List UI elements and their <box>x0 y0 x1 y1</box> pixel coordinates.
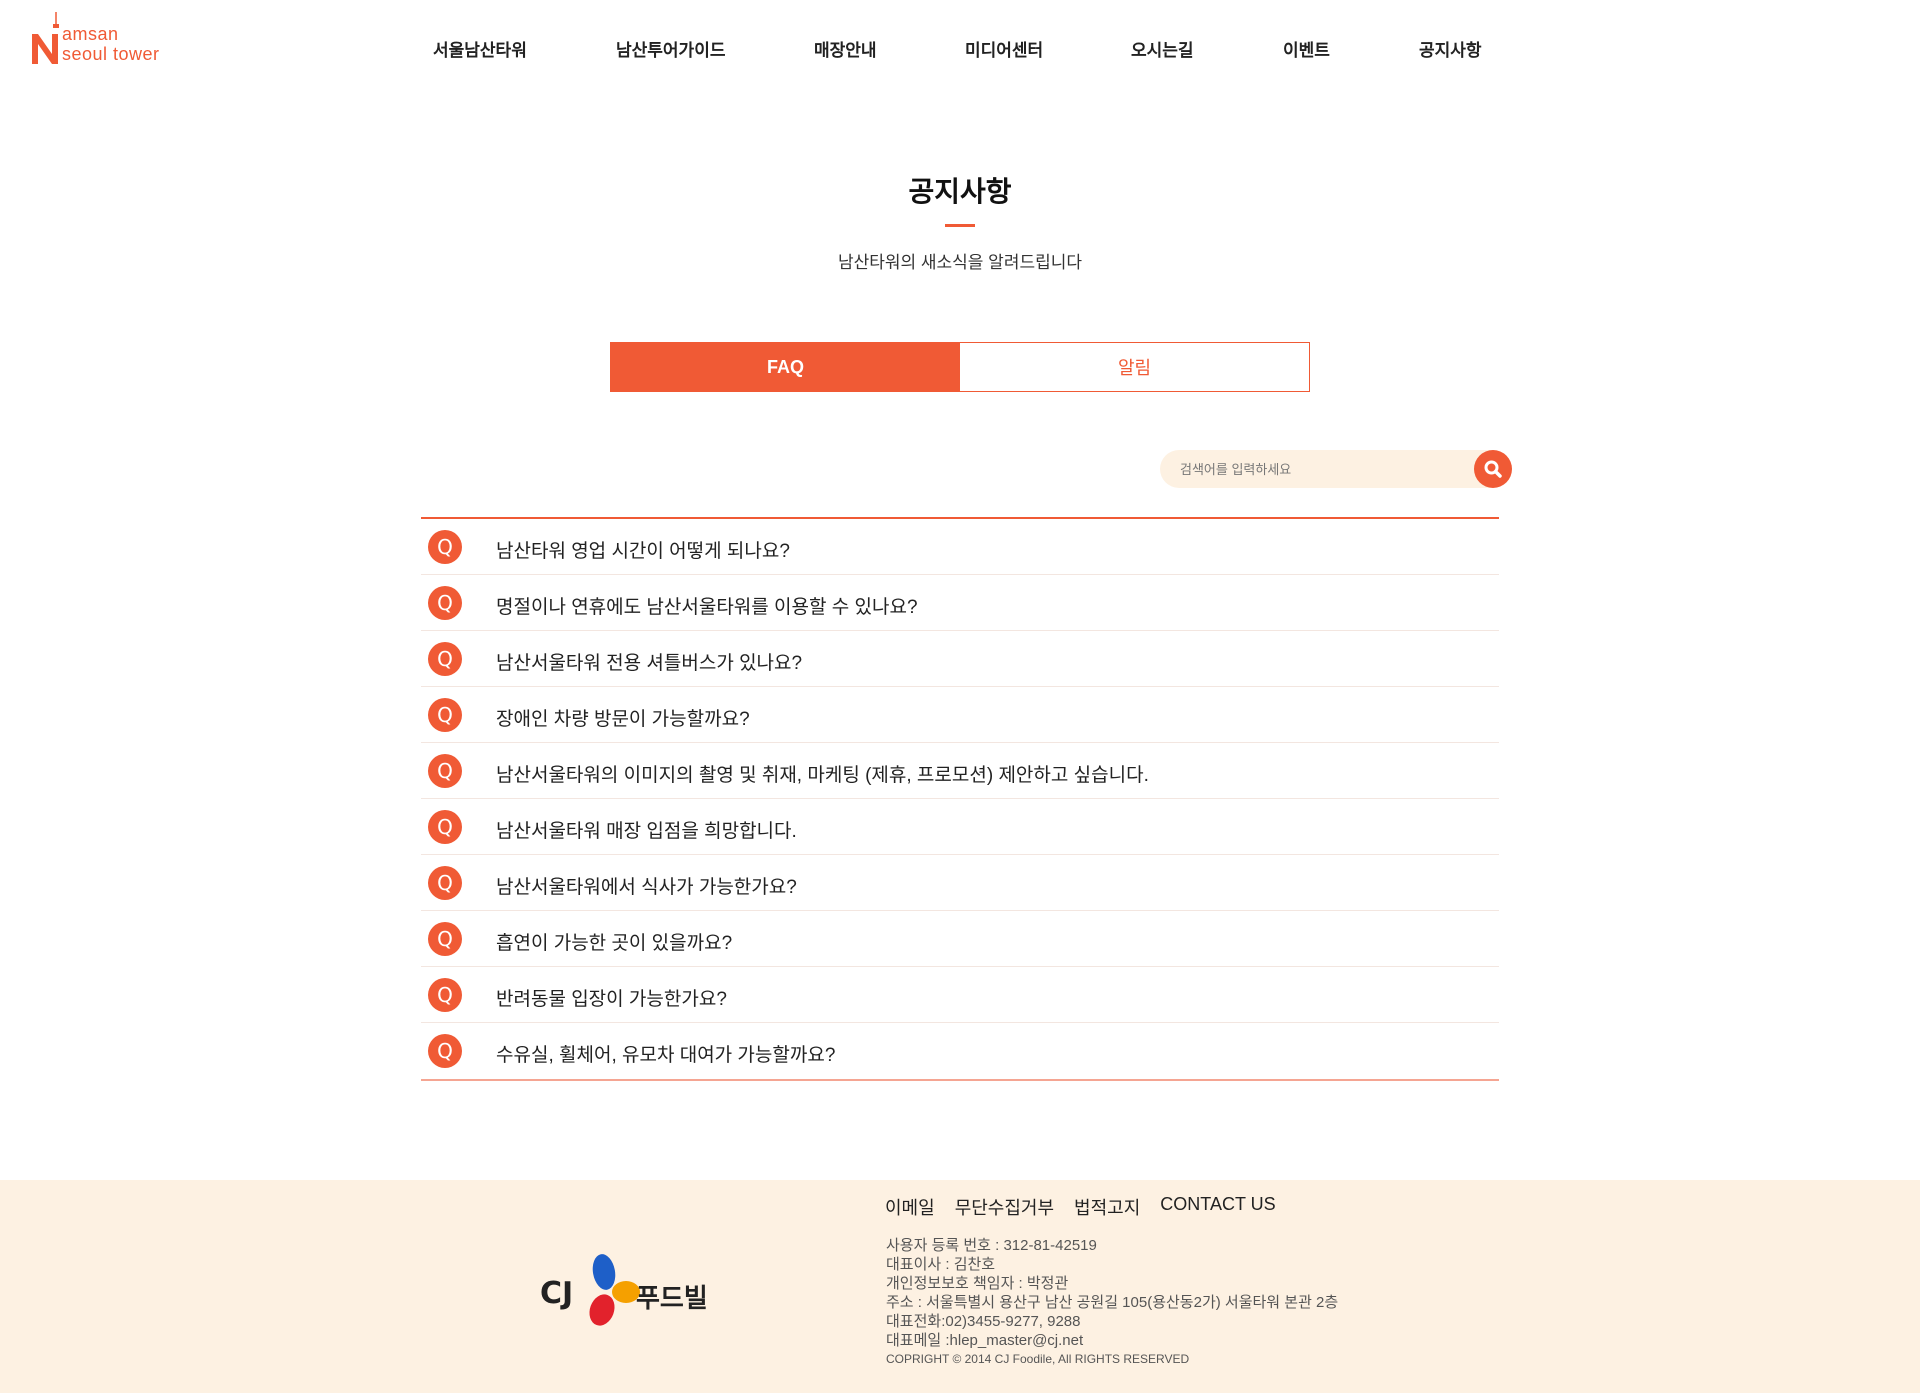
faq-item[interactable]: Q 반려동물 입장이 가능한가요? <box>421 967 1499 1023</box>
page-subtitle: 남산타워의 새소식을 알려드립니다 <box>837 253 1083 272</box>
q-badge-icon: Q <box>428 754 462 788</box>
company-address: 주소 : 서울특별시 용산구 남산 공원길 105(용산동2가) 서울타워 본관… <box>886 1294 1339 1311</box>
search-input[interactable] <box>1180 459 1460 479</box>
copyright: COPRIGHT © 2014 CJ Foodile, All RIGHTS R… <box>886 1352 1190 1366</box>
faq-question[interactable]: 남산서울타워의 이미지의 촬영 및 취재, 마케팅 (제휴, 프로모션) 제안하… <box>496 760 1149 787</box>
q-badge-icon: Q <box>428 866 462 900</box>
business-registration: 사용자 등록 번호 : 312-81-42519 <box>886 1237 1097 1254</box>
footer-link-contact[interactable]: CONTACT US <box>1160 1194 1275 1220</box>
faq-item[interactable]: Q 남산서울타워에서 식사가 가능한가요? <box>421 855 1499 911</box>
faq-item[interactable]: Q 남산서울타워 매장 입점을 희망합니다. <box>421 799 1499 855</box>
footer-link-no-scraping[interactable]: 무단수집거부 <box>955 1194 1054 1220</box>
foodville-brand-text: 푸드빌 <box>636 1283 708 1313</box>
company-info: 사용자 등록 번호 : 312-81-42519 대표이사 : 김찬호 개인정보… <box>886 1236 1338 1369</box>
page-title: 공지사항 <box>908 176 1012 207</box>
nav-item-events[interactable]: 이벤트 <box>1283 36 1330 61</box>
faq-question[interactable]: 반려동물 입장이 가능한가요? <box>496 984 727 1011</box>
title-underline <box>945 224 975 227</box>
q-badge-icon: Q <box>428 978 462 1012</box>
faq-question[interactable]: 남산서울타워 매장 입점을 희망합니다. <box>496 816 797 843</box>
search-icon <box>1484 460 1502 478</box>
faq-question[interactable]: 명절이나 연휴에도 남산서울타워를 이용할 수 있나요? <box>496 592 918 619</box>
q-badge-icon: Q <box>428 530 462 564</box>
faq-item[interactable]: Q 수유실, 휠체어, 유모차 대여가 가능할까요? <box>421 1023 1499 1079</box>
footer-link-legal[interactable]: 법적고지 <box>1074 1194 1140 1220</box>
q-badge-icon: Q <box>428 698 462 732</box>
faq-item[interactable]: Q 남산서울타워 전용 셔틀버스가 있나요? <box>421 631 1499 687</box>
faq-list: Q 남산타워 영업 시간이 어떻게 되나요? Q 명절이나 연휴에도 남산서울타… <box>421 517 1499 1081</box>
tab-faq[interactable]: FAQ <box>611 343 960 391</box>
main-nav: 서울남산타워 남산투어가이드 매장안내 미디어센터 오시는길 이벤트 공지사항 <box>0 36 1920 60</box>
privacy-officer: 개인정보보호 책임자 : 박정관 <box>886 1275 1069 1292</box>
faq-item[interactable]: Q 남산타워 영업 시간이 어떻게 되나요? <box>421 519 1499 575</box>
faq-item[interactable]: Q 명절이나 연휴에도 남산서울타워를 이용할 수 있나요? <box>421 575 1499 631</box>
nav-item-directions[interactable]: 오시는길 <box>1131 36 1194 61</box>
tab-notice[interactable]: 알림 <box>960 343 1309 391</box>
company-phone: 대표전화:02)3455-9277, 9288 <box>886 1313 1081 1330</box>
search-bar <box>1160 450 1512 488</box>
nav-item-stores[interactable]: 매장안내 <box>814 36 877 61</box>
site-footer: CJ 푸드빌 이메일 무단수집거부 법적고지 CONTACT US 사용자 등록… <box>0 1180 1920 1393</box>
search-button[interactable] <box>1474 450 1512 488</box>
q-badge-icon: Q <box>428 922 462 956</box>
faq-question[interactable]: 남산서울타워 전용 셔틀버스가 있나요? <box>496 648 802 675</box>
ceo-name: 대표이사 : 김찬호 <box>886 1256 996 1273</box>
site-header: amsan seoul tower 서울남산타워 남산투어가이드 매장안내 미디… <box>0 0 1920 95</box>
footer-link-email[interactable]: 이메일 <box>885 1194 935 1220</box>
faq-item[interactable]: Q 흡연이 가능한 곳이 있을까요? <box>421 911 1499 967</box>
faq-item[interactable]: Q 장애인 차량 방문이 가능할까요? <box>421 687 1499 743</box>
nav-item-seoul-namsan-tower[interactable]: 서울남산타워 <box>433 36 527 61</box>
cj-logo-text: CJ <box>540 1276 574 1311</box>
footer-links: 이메일 무단수집거부 법적고지 CONTACT US <box>885 1194 1276 1220</box>
faq-question[interactable]: 장애인 차량 방문이 가능할까요? <box>496 704 750 731</box>
nav-item-tour-guide[interactable]: 남산투어가이드 <box>616 36 725 61</box>
faq-question[interactable]: 남산타워 영업 시간이 어떻게 되나요? <box>496 536 790 563</box>
q-badge-icon: Q <box>428 586 462 620</box>
nav-item-media-center[interactable]: 미디어센터 <box>965 36 1043 61</box>
nav-item-notices[interactable]: 공지사항 <box>1419 36 1482 61</box>
cj-foodville-logo: CJ 푸드빌 <box>538 1248 718 1338</box>
faq-question[interactable]: 수유실, 휠체어, 유모차 대여가 가능할까요? <box>496 1040 835 1067</box>
notice-tabs: FAQ 알림 <box>610 342 1310 392</box>
company-email: 대표메일 :hlep_master@cj.net <box>886 1332 1084 1349</box>
q-badge-icon: Q <box>428 642 462 676</box>
q-badge-icon: Q <box>428 810 462 844</box>
q-badge-icon: Q <box>428 1034 462 1068</box>
faq-question[interactable]: 흡연이 가능한 곳이 있을까요? <box>496 928 732 955</box>
faq-question[interactable]: 남산서울타워에서 식사가 가능한가요? <box>496 872 797 899</box>
faq-item[interactable]: Q 남산서울타워의 이미지의 촬영 및 취재, 마케팅 (제휴, 프로모션) 제… <box>421 743 1499 799</box>
